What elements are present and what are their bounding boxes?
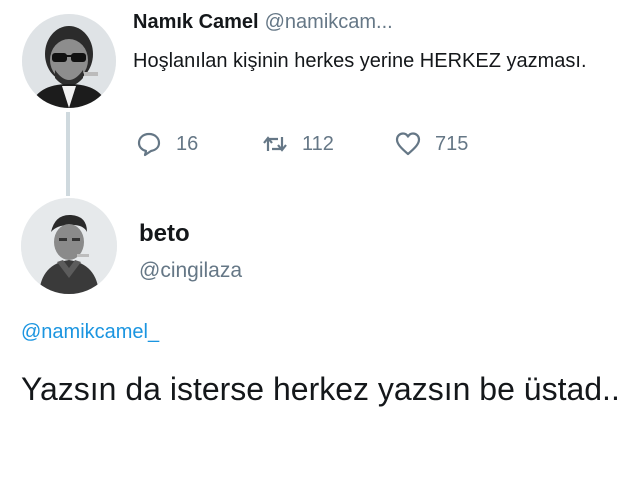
reply-display-name[interactable]: beto bbox=[139, 220, 190, 248]
original-avatar[interactable] bbox=[22, 14, 116, 108]
reply-count: 16 bbox=[176, 132, 199, 155]
avatar-man-sunglasses-image bbox=[22, 14, 116, 108]
reply-mention-link[interactable]: @namikcamel_ bbox=[21, 321, 159, 344]
speech-bubble-icon bbox=[137, 132, 161, 157]
like-action[interactable]: 715 bbox=[395, 131, 468, 157]
reply-handle[interactable]: @cingilaza bbox=[139, 259, 242, 283]
thread-connector-line bbox=[66, 112, 70, 196]
reply-tweet-text: Yazsın da isterse herkez yazsın be üstad… bbox=[21, 371, 620, 407]
original-display-name[interactable]: Namık Camel bbox=[133, 11, 259, 33]
reply-action[interactable]: 16 bbox=[136, 131, 198, 157]
original-tweet-text: Hoşlanılan kişinin herkes yerine HERKEZ … bbox=[133, 50, 587, 72]
retweet-action[interactable]: 112 bbox=[262, 131, 334, 157]
retweet-arrows-icon bbox=[263, 136, 287, 152]
reply-avatar[interactable] bbox=[21, 198, 117, 294]
retweet-count: 112 bbox=[302, 132, 334, 155]
heart-outline-icon bbox=[395, 132, 421, 156]
original-author-row: Namık Camel @namikcam... bbox=[133, 11, 393, 34]
like-count: 715 bbox=[435, 132, 469, 155]
original-handle[interactable]: @namikcam... bbox=[265, 11, 393, 33]
avatar-man-coat-image bbox=[21, 198, 117, 294]
